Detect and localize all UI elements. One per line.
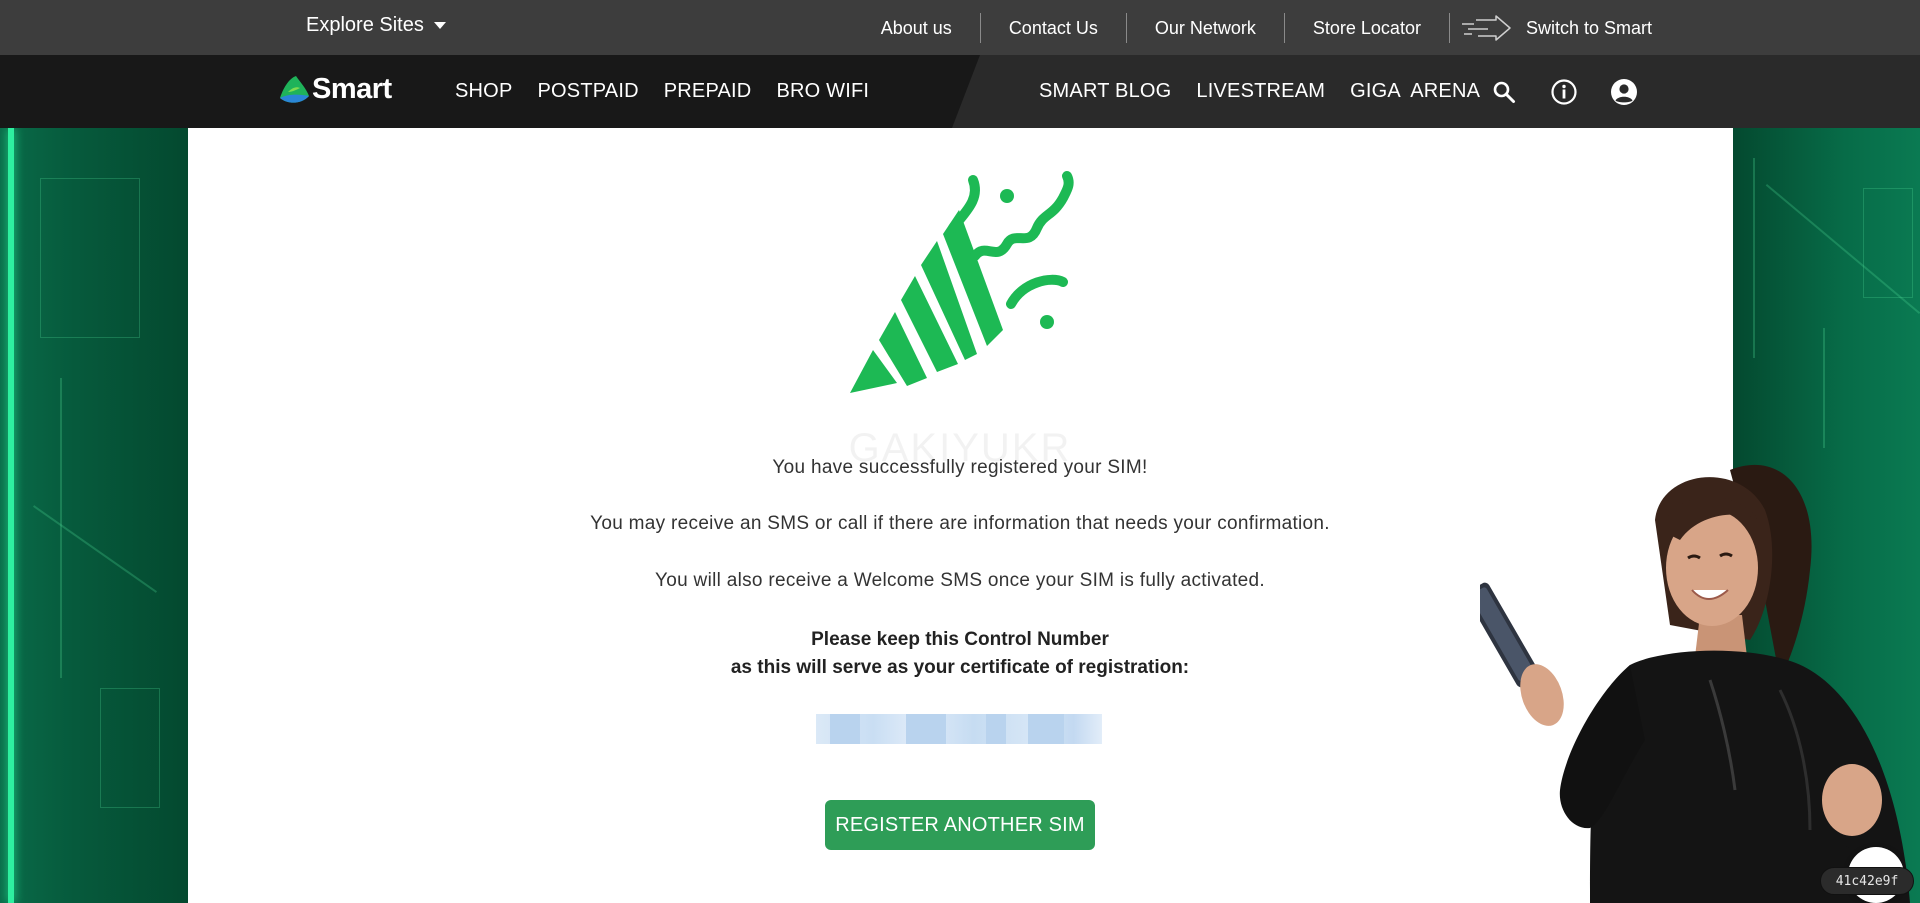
nav-smart-blog[interactable]: SMART BLOG	[1039, 80, 1171, 103]
nav-secondary: SMART BLOG LIVESTREAM GIGA ARENA	[1039, 55, 1480, 128]
nav-bro-wifi[interactable]: BRO WIFI	[776, 80, 869, 103]
search-icon[interactable]	[1490, 78, 1518, 106]
smart-logo-text: Smart	[312, 73, 392, 105]
contact-us-link[interactable]: Contact Us	[981, 13, 1126, 43]
hash-badge: 41c42e9f	[1820, 867, 1914, 895]
model-holding-phone-illustration	[1480, 464, 1910, 903]
nav-shop[interactable]: SHOP	[455, 80, 512, 103]
switch-to-smart-label: Switch to Smart	[1525, 17, 1652, 38]
success-message: You have successfully registered your SI…	[772, 457, 1148, 478]
about-us-link[interactable]: About us	[853, 13, 980, 43]
store-locator-link[interactable]: Store Locator	[1285, 13, 1449, 43]
party-popper-icon	[850, 171, 1074, 393]
background-left-panel	[0, 128, 188, 903]
welcome-sms-message: You will also receive a Welcome SMS once…	[655, 570, 1265, 591]
explore-sites-dropdown[interactable]: Explore Sites	[306, 14, 446, 37]
nav-prepaid[interactable]: PREPAID	[664, 80, 752, 103]
utility-bar: Explore Sites About us Contact Us Our Ne…	[0, 0, 1920, 55]
main-navigation: Smart SHOP POSTPAID PREPAID BRO WIFI SMA…	[0, 55, 1920, 128]
utility-links: About us Contact Us Our Network Store Lo…	[853, 0, 1920, 55]
control-number-redacted	[816, 714, 1102, 744]
nav-primary: SHOP POSTPAID PREPAID BRO WIFI	[455, 55, 869, 128]
nav-giga-arena[interactable]: GIGA ARENA	[1350, 80, 1480, 103]
smart-logo[interactable]: Smart	[278, 73, 392, 106]
explore-sites-label: Explore Sites	[306, 14, 424, 36]
info-icon[interactable]	[1550, 78, 1578, 106]
caret-down-icon	[433, 22, 446, 29]
register-another-sim-button[interactable]: REGISTER ANOTHER SIM	[825, 800, 1095, 850]
switch-to-smart-link[interactable]: Switch to Smart	[1450, 13, 1652, 43]
control-number-instruction-line2: as this will serve as your certificate o…	[730, 657, 1190, 678]
account-icon[interactable]	[1610, 78, 1638, 106]
smart-logo-icon	[280, 75, 309, 103]
control-number-instruction-line1: Please keep this Control Number	[811, 629, 1109, 650]
nav-livestream[interactable]: LIVESTREAM	[1196, 80, 1325, 103]
nav-icon-group	[1490, 55, 1638, 128]
sms-confirmation-message: You may receive an SMS or call if there …	[590, 513, 1330, 534]
nav-postpaid[interactable]: POSTPAID	[537, 80, 638, 103]
arrow-switch-icon	[1461, 14, 1511, 41]
our-network-link[interactable]: Our Network	[1127, 13, 1284, 43]
